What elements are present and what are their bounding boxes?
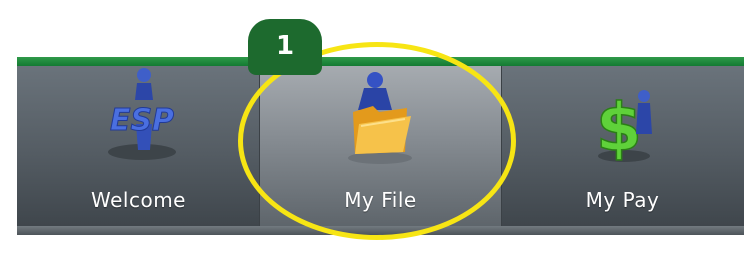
tab-my-pay[interactable]: $ My Pay bbox=[501, 66, 744, 226]
svg-text:ESP: ESP bbox=[110, 103, 174, 138]
tab-label-welcome: Welcome bbox=[91, 188, 186, 212]
tab-welcome[interactable]: ESP Welcome bbox=[17, 66, 260, 226]
navbar-bottom-edge bbox=[17, 226, 744, 235]
top-accent-bar bbox=[17, 57, 744, 66]
tab-label-my-file: My File bbox=[344, 188, 417, 212]
tab-label-my-pay: My Pay bbox=[585, 188, 660, 212]
folder-person-icon bbox=[348, 72, 412, 164]
dollar-person-icon: $ bbox=[595, 88, 652, 166]
svg-text:$: $ bbox=[596, 89, 642, 166]
step-number-badge: 1 bbox=[248, 19, 322, 75]
esp-person-icon: ESP bbox=[108, 68, 176, 160]
tab-my-file[interactable]: My File bbox=[260, 66, 501, 226]
